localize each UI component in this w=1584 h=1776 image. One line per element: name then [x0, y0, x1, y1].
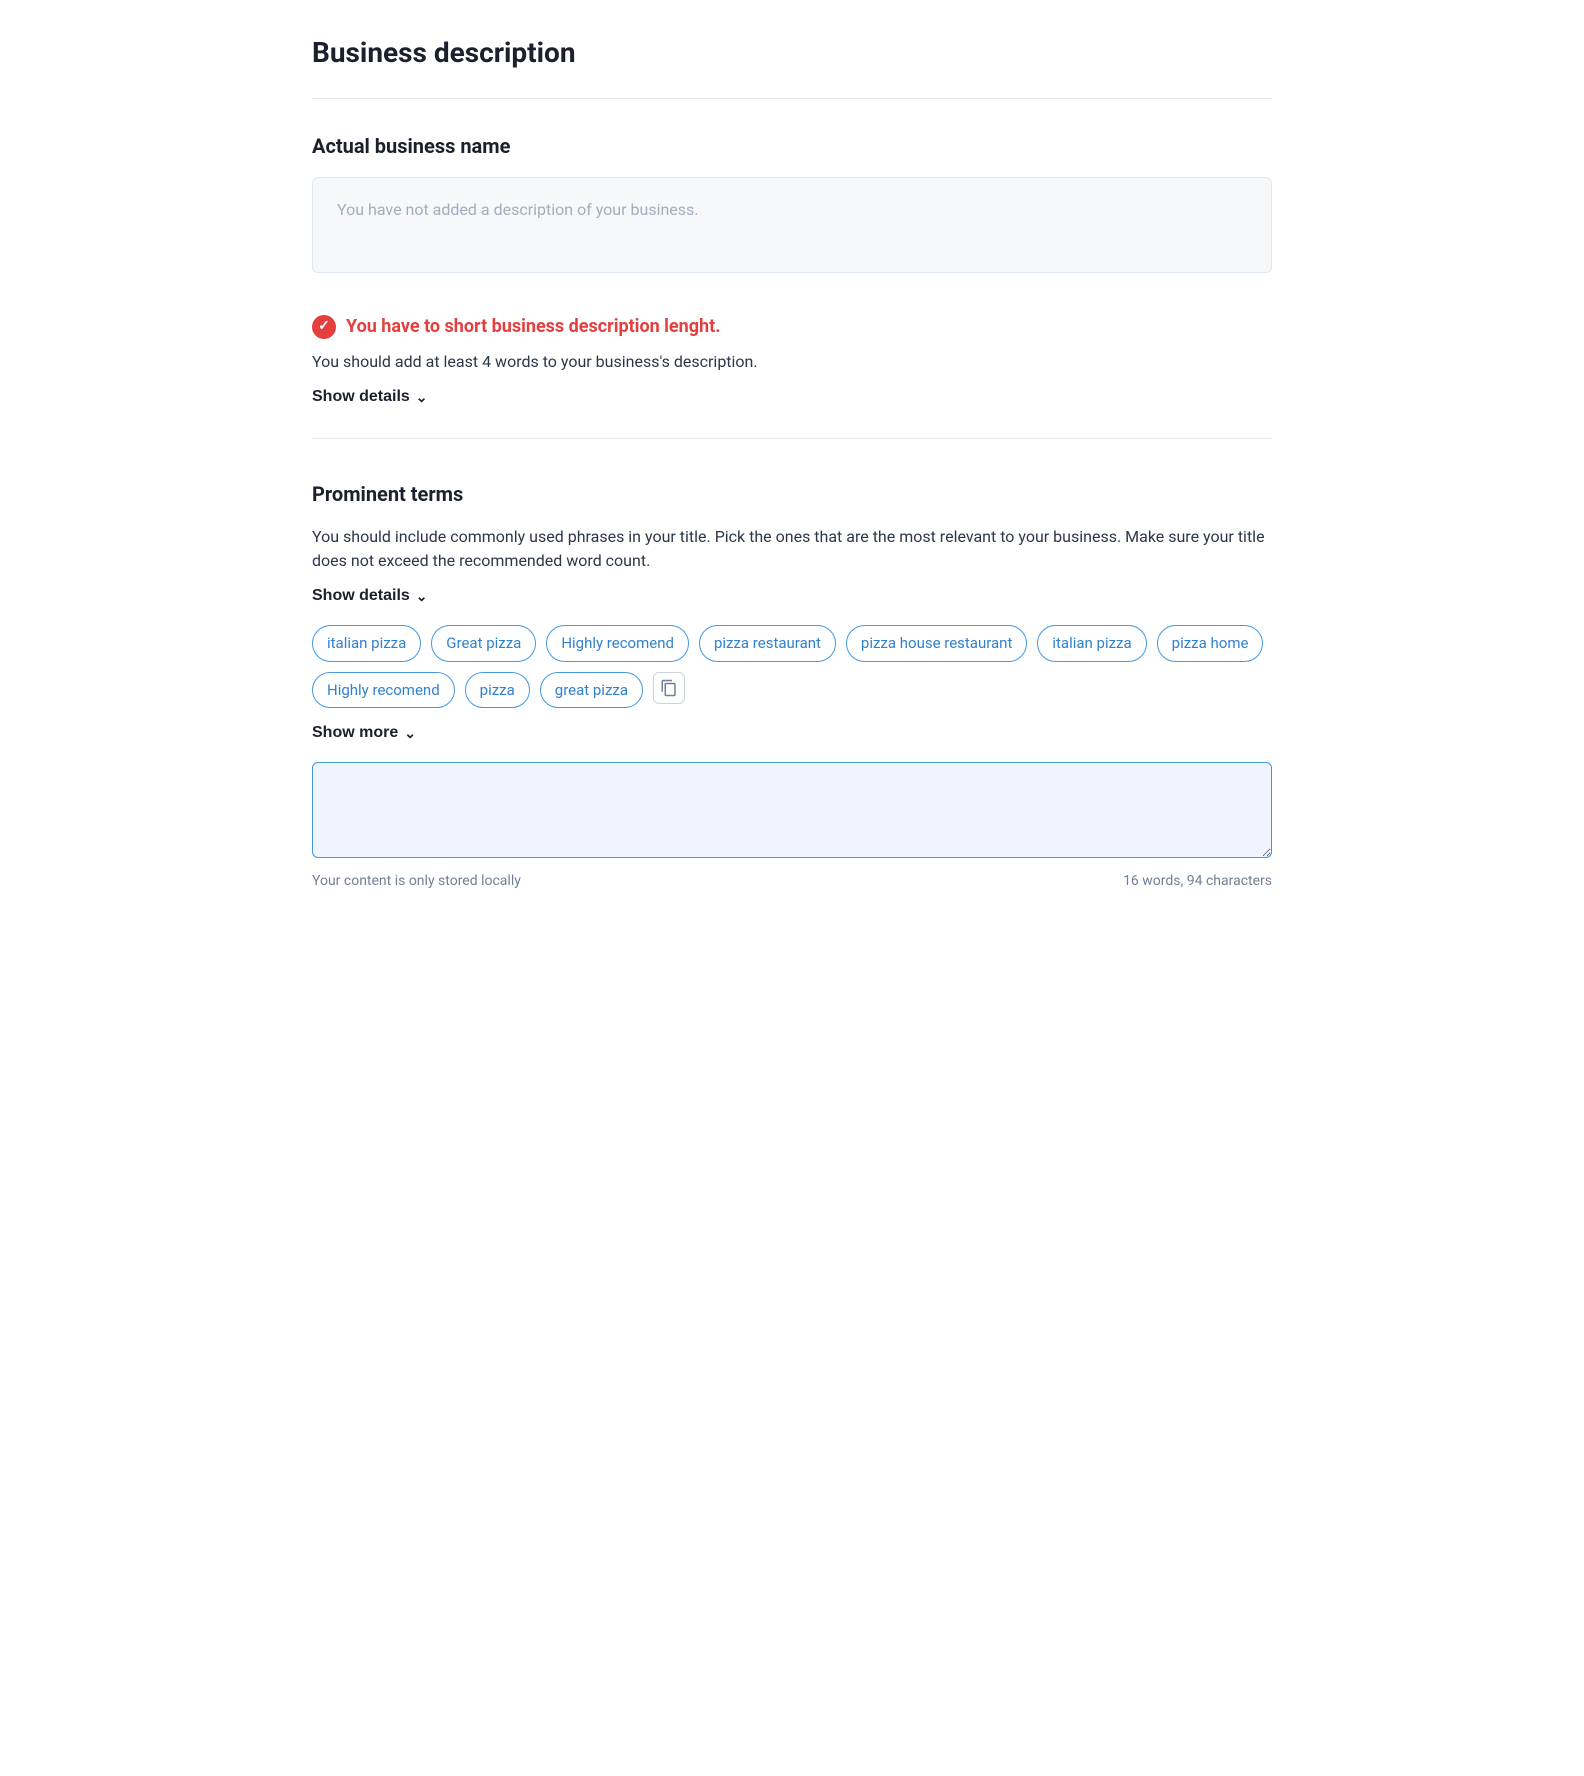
show-details-button-prominent[interactable]: Show details ⌄: [312, 587, 428, 605]
alert-title: You have to short business description l…: [346, 313, 720, 340]
show-details-button-alert[interactable]: Show details ⌄: [312, 388, 428, 406]
business-name-section: Actual business name You have not added …: [312, 131, 1272, 273]
alert-header: You have to short business description l…: [312, 313, 1272, 340]
word-count: 16 words, 94 characters: [1123, 871, 1272, 892]
tags-container: italian pizza Great pizza Highly recomen…: [312, 625, 1272, 708]
show-details-label-prominent: Show details: [312, 587, 410, 605]
prominent-terms-description: You should include commonly used phrases…: [312, 525, 1272, 573]
alert-section: You have to short business description l…: [312, 313, 1272, 439]
show-more-label: Show more: [312, 724, 398, 742]
page-title: Business description: [312, 32, 1272, 74]
business-name-title: Actual business name: [312, 131, 1272, 161]
chevron-down-icon-more: ⌄: [404, 725, 416, 742]
business-description-box: You have not added a description of your…: [312, 177, 1272, 273]
title-divider: [312, 98, 1272, 99]
tag-highly-recomend-2[interactable]: Highly recomend: [312, 672, 455, 709]
tag-great-pizza-2[interactable]: great pizza: [540, 672, 643, 709]
chevron-down-icon-prominent: ⌄: [416, 588, 428, 605]
tag-pizza-restaurant[interactable]: pizza restaurant: [699, 625, 836, 662]
copy-tags-button[interactable]: [653, 672, 685, 704]
textarea-footer: Your content is only stored locally 16 w…: [312, 871, 1272, 892]
tag-pizza-home[interactable]: pizza home: [1157, 625, 1264, 662]
tag-highly-recomend-1[interactable]: Highly recomend: [546, 625, 689, 662]
tag-pizza-house-restaurant[interactable]: pizza house restaurant: [846, 625, 1027, 662]
alert-icon: [312, 315, 336, 339]
tag-great-pizza[interactable]: Great pizza: [431, 625, 536, 662]
tag-pizza[interactable]: pizza: [465, 672, 530, 709]
show-details-label-alert: Show details: [312, 388, 410, 406]
prominent-terms-title: Prominent terms: [312, 479, 1272, 509]
alert-body: You should add at least 4 words to your …: [312, 350, 1272, 374]
content-textarea[interactable]: [312, 762, 1272, 858]
tag-italian-pizza-2[interactable]: italian pizza: [1037, 625, 1146, 662]
show-more-button[interactable]: Show more ⌄: [312, 724, 416, 742]
chevron-down-icon: ⌄: [416, 389, 428, 406]
prominent-terms-section: Prominent terms You should include commo…: [312, 479, 1272, 892]
tag-italian-pizza-1[interactable]: italian pizza: [312, 625, 421, 662]
content-editor-wrapper: Your content is only stored locally 16 w…: [312, 762, 1272, 892]
local-storage-notice: Your content is only stored locally: [312, 871, 521, 892]
copy-icon: [660, 679, 678, 697]
